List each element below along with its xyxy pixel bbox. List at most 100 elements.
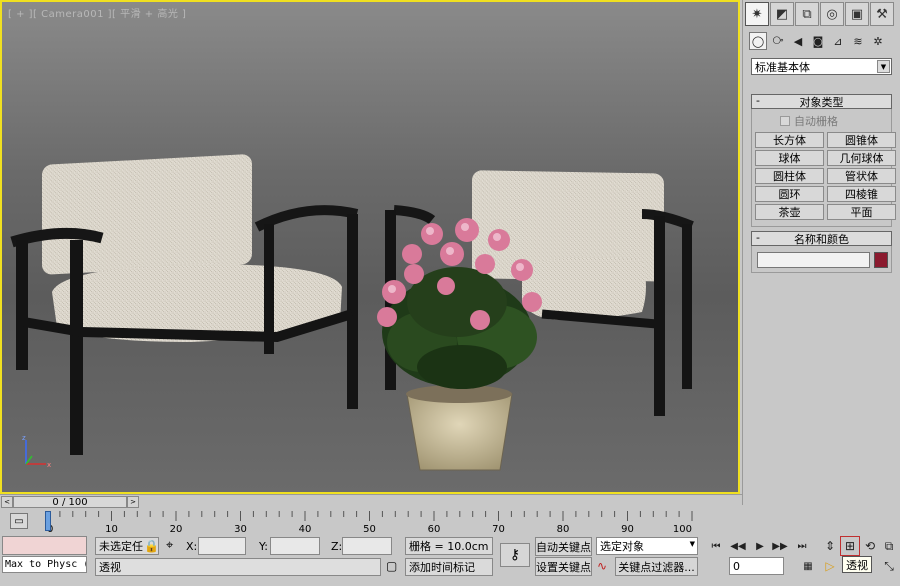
geometry-icon[interactable]: ◯ bbox=[749, 32, 767, 50]
key-selection-dropdown[interactable]: 选定对象 ▼ bbox=[596, 537, 698, 555]
time-config-icon[interactable]: ▦ bbox=[798, 557, 818, 575]
object-name-input[interactable] bbox=[757, 252, 871, 268]
object-type-rollout-header[interactable]: - 对象类型 bbox=[751, 94, 892, 109]
prompt-line: 透视 bbox=[95, 558, 381, 576]
key-curve-icon[interactable]: ∿ bbox=[597, 559, 607, 573]
viewport-scene bbox=[10, 154, 694, 471]
create-icon[interactable]: ✷ bbox=[745, 2, 769, 26]
trackbar-tick-label: 20 bbox=[170, 524, 183, 535]
spacewarps-icon[interactable]: ≋ bbox=[849, 32, 867, 50]
hierarchy-icon[interactable]: ⧉ bbox=[795, 2, 819, 26]
key-filters-button[interactable]: 关键点过滤器... bbox=[615, 557, 698, 576]
object-type-button[interactable]: 长方体 bbox=[755, 132, 824, 148]
key-icon[interactable]: ⚷ bbox=[500, 543, 530, 567]
plant-foliage bbox=[382, 267, 537, 389]
curve-editor-icon[interactable]: ▭ bbox=[10, 513, 28, 529]
go-to-end-icon[interactable]: ⏭ bbox=[792, 537, 812, 555]
prompt-text: 透视 bbox=[99, 561, 121, 574]
checkbox-icon[interactable] bbox=[780, 116, 790, 126]
rollout-collapse-icon[interactable]: - bbox=[756, 231, 760, 244]
cameras-icon[interactable]: ◙ bbox=[809, 32, 827, 50]
rollout-collapse-icon[interactable]: - bbox=[756, 94, 760, 107]
y-coord-input[interactable] bbox=[270, 537, 320, 555]
key-selection-value: 选定对象 bbox=[600, 540, 644, 553]
z-coord-input[interactable] bbox=[342, 537, 392, 555]
viewport-label[interactable]: [ + ][ Camera001 ][ 平滑 + 高光 ] bbox=[8, 5, 186, 20]
status-bar: Max to Physc ( 未选定任 🔒 ⌖ X: Y: Z: 栅格 = 10… bbox=[0, 535, 900, 586]
go-to-start-icon[interactable]: ⏮ bbox=[706, 537, 726, 555]
object-type-button[interactable]: 四棱锥 bbox=[827, 186, 896, 202]
object-type-button[interactable]: 几何球体 bbox=[827, 150, 896, 166]
orbit-icon[interactable]: ⟲ bbox=[860, 536, 880, 556]
flower-pot bbox=[406, 385, 513, 471]
tooltip: 透视 bbox=[842, 556, 872, 573]
modify-icon[interactable]: ◩ bbox=[770, 2, 794, 26]
utilities-icon[interactable]: ⚒ bbox=[870, 2, 894, 26]
helpers-icon[interactable]: ⊿ bbox=[829, 32, 847, 50]
trackbar[interactable]: ▭ 0102030405060708090100 bbox=[0, 509, 742, 535]
autogrid-checkbox[interactable]: 自动栅格 bbox=[752, 113, 891, 129]
left-chair bbox=[10, 154, 359, 455]
auto-key-button[interactable]: 自动关键点 bbox=[535, 537, 592, 556]
time-slider[interactable]: < 0 / 100 > bbox=[0, 494, 742, 508]
object-type-rollout: 自动栅格 长方体 圆锥体 球体 几何球体 圆柱体 管状体 圆环 四棱锥 茶壶 平面 bbox=[751, 109, 896, 227]
maxscript-mini-listener[interactable]: Max to Physc ( bbox=[2, 556, 87, 573]
x-coord-input[interactable] bbox=[198, 537, 246, 555]
trackbar-tick-label: 90 bbox=[621, 524, 634, 535]
trackbar-tick-label: 10 bbox=[105, 524, 118, 535]
time-tag-icon[interactable]: ▢ bbox=[386, 559, 397, 573]
trackbar-tick-label: 80 bbox=[557, 524, 570, 535]
pan-icon[interactable]: ⤡ bbox=[879, 556, 899, 576]
lights-icon[interactable]: ◀ bbox=[789, 32, 807, 50]
field-of-view-icon[interactable]: ▷ bbox=[820, 556, 840, 576]
set-key-button[interactable]: 设置关键点 bbox=[535, 557, 592, 576]
time-slider-position: 0 / 100 bbox=[52, 496, 88, 508]
object-type-button[interactable]: 圆柱体 bbox=[755, 168, 824, 184]
maxscript-listener-box[interactable] bbox=[2, 536, 87, 555]
chevron-down-icon[interactable]: ▼ bbox=[877, 60, 890, 73]
zoom-all-icon[interactable]: ⊞ bbox=[840, 536, 860, 556]
camera-viewport[interactable]: [ + ][ Camera001 ][ 平滑 + 高光 ] z x bbox=[0, 0, 740, 494]
object-type-buttons: 长方体 圆锥体 球体 几何球体 圆柱体 管状体 圆环 四棱锥 茶壶 平面 bbox=[752, 132, 896, 220]
chevron-down-icon[interactable]: ▼ bbox=[690, 540, 695, 548]
object-color-swatch[interactable] bbox=[874, 252, 888, 268]
name-color-title: 名称和颜色 bbox=[794, 232, 849, 246]
zoom-icon[interactable]: ⇕ bbox=[820, 536, 840, 556]
object-type-title: 对象类型 bbox=[799, 95, 844, 109]
category-selected: 标准基本体 bbox=[755, 60, 810, 74]
tooltip-text: 透视 bbox=[846, 558, 868, 572]
previous-frame-icon[interactable]: ◀◀ bbox=[728, 537, 748, 555]
systems-icon[interactable]: ✲ bbox=[869, 32, 887, 50]
time-slider-next[interactable]: > bbox=[127, 496, 139, 508]
motion-icon[interactable]: ◎ bbox=[820, 2, 844, 26]
maximize-viewport-icon[interactable]: ⧉ bbox=[879, 536, 899, 556]
selection-status-text: 未选定任 bbox=[99, 540, 143, 553]
object-type-button[interactable]: 管状体 bbox=[827, 168, 896, 184]
display-icon[interactable]: ▣ bbox=[845, 2, 869, 26]
trackbar-ruler[interactable]: 0102030405060708090100 bbox=[45, 509, 695, 535]
current-frame-marker[interactable] bbox=[45, 511, 51, 531]
autogrid-label: 自动栅格 bbox=[794, 115, 838, 128]
command-panel: ✷ ◩ ⧉ ◎ ▣ ⚒ ◯ ⧂ ◀ ◙ ⊿ ≋ ✲ 标准基本体 ▼ - 对象类型 自动栅格 长方体 圆锥… bbox=[742, 0, 900, 505]
object-type-button[interactable]: 圆环 bbox=[755, 186, 824, 202]
time-slider-prev[interactable]: < bbox=[1, 496, 13, 508]
grid-spacing-text: 栅格 = 10.0cm bbox=[409, 540, 489, 553]
current-frame-input[interactable]: 0 bbox=[729, 557, 784, 575]
add-time-tag[interactable]: 添加时间标记 bbox=[405, 558, 493, 576]
object-type-button[interactable]: 圆锥体 bbox=[827, 132, 896, 148]
add-time-tag-label: 添加时间标记 bbox=[409, 561, 475, 574]
absolute-mode-icon[interactable]: ⌖ bbox=[166, 538, 173, 553]
next-frame-icon[interactable]: ▶▶ bbox=[770, 537, 790, 555]
object-type-button[interactable]: 茶壶 bbox=[755, 204, 824, 220]
name-color-rollout-header[interactable]: - 名称和颜色 bbox=[751, 231, 892, 246]
axis-gizmo-icon: z x bbox=[22, 434, 51, 469]
trackbar-tick-label: 40 bbox=[299, 524, 312, 535]
play-icon[interactable]: ▶ bbox=[750, 537, 770, 555]
lock-icon[interactable]: 🔒 bbox=[144, 539, 159, 553]
object-type-button[interactable]: 球体 bbox=[755, 150, 824, 166]
object-type-button[interactable]: 平面 bbox=[827, 204, 896, 220]
z-label: Z: bbox=[331, 540, 343, 553]
time-slider-thumb[interactable]: 0 / 100 bbox=[13, 496, 127, 508]
category-dropdown[interactable]: 标准基本体 ▼ bbox=[751, 58, 892, 75]
shapes-icon[interactable]: ⧂ bbox=[769, 32, 787, 50]
